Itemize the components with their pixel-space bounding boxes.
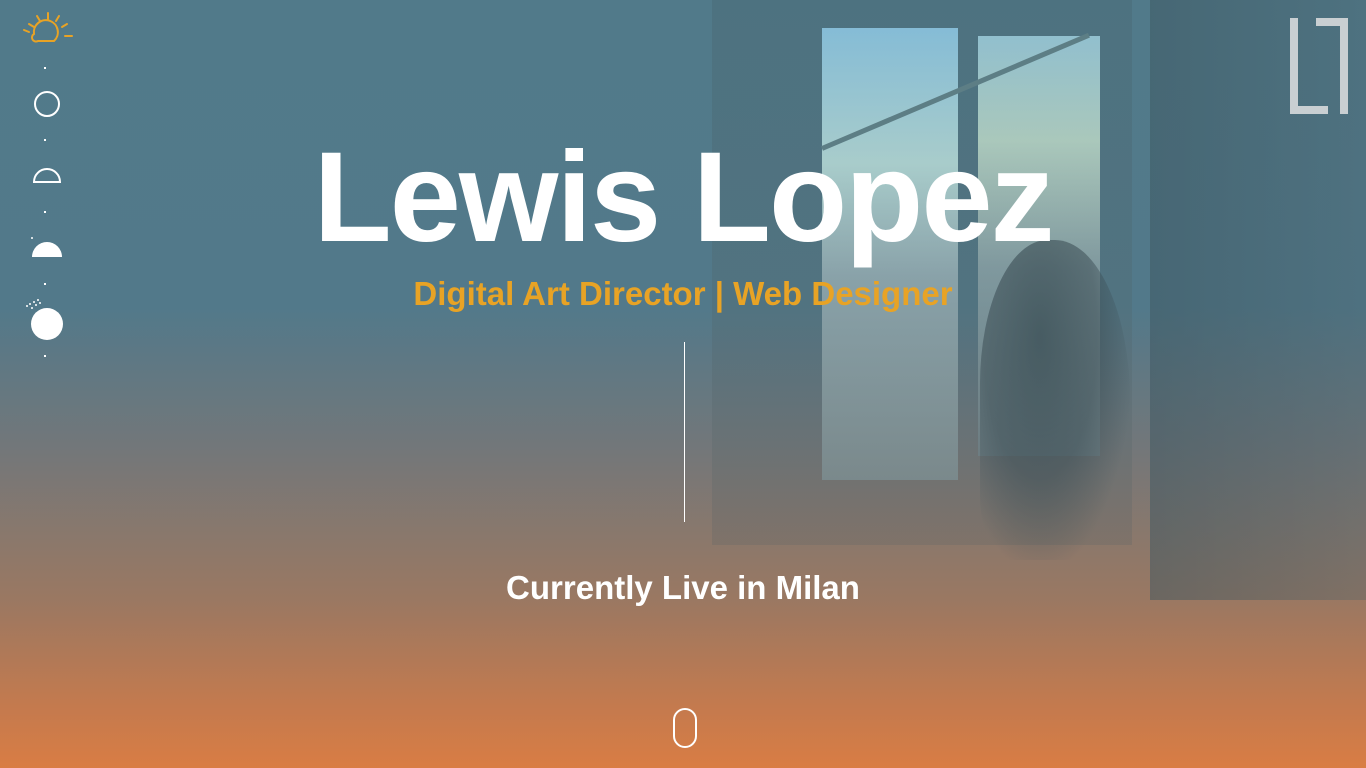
- sunrise-icon[interactable]: [20, 10, 76, 50]
- hero-role-subtitle: Digital Art Director | Web Designer: [413, 275, 953, 312]
- new-moon-icon[interactable]: [20, 89, 76, 119]
- location-text: Currently Live in Milan: [506, 569, 860, 606]
- background-photo: [0, 0, 1366, 768]
- nav-separator-dot: [44, 67, 46, 69]
- nav-separator-dot: [44, 355, 46, 357]
- vertical-divider: [684, 342, 685, 522]
- hero-name-heading: Lewis Lopez: [313, 126, 1055, 269]
- mouse-scroll-icon[interactable]: [673, 708, 697, 748]
- bracket-logo-icon[interactable]: [1286, 16, 1352, 116]
